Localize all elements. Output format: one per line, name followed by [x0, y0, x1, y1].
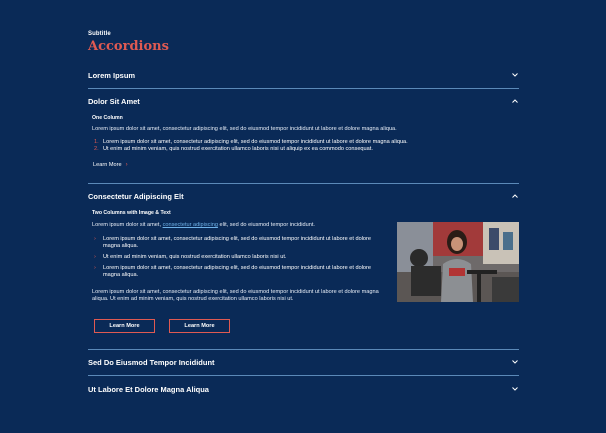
chevron-right-icon: › [94, 265, 96, 271]
intro-text: Lorem ipsum dolor sit amet, [92, 222, 163, 228]
chevron-right-icon: › [94, 236, 96, 242]
accordion-title: Ut Labore Et Dolore Magna Aliqua [88, 384, 209, 394]
chevron-down-icon [511, 71, 519, 79]
learn-more-button[interactable]: Learn More [169, 319, 230, 333]
gym-photo [397, 222, 519, 302]
ordered-list: 1. Lorem ipsum dolor sit amet, consectet… [92, 139, 512, 153]
accordion-divider [88, 375, 519, 376]
accordion-title: Consectetur Adipiscing Elt [88, 191, 184, 201]
list-text: Lorem ipsum dolor sit amet, consectetur … [103, 139, 408, 145]
list-number: 1. [94, 139, 99, 145]
accordion-divider [88, 88, 519, 89]
list-text: Ut enim ad minim veniam, quis nostrud ex… [103, 254, 287, 260]
chevron-down-icon [511, 358, 519, 366]
inline-link[interactable]: consectetur adipiscing [163, 222, 218, 228]
content-intro: Lorem ipsum dolor sit amet, consectetur … [92, 222, 382, 229]
accordion-header-lorem-ipsum[interactable]: Lorem Ipsum [88, 68, 519, 82]
content-heading: One Column [92, 115, 123, 121]
accordion-header-ut-labore[interactable]: Ut Labore Et Dolore Magna Aliqua [88, 382, 519, 396]
intro-text: elit, sed do eiusmod tempor incididunt. [217, 222, 315, 228]
list-item: 1. Lorem ipsum dolor sit amet, consectet… [92, 139, 512, 146]
learn-more-link[interactable]: Learn More › [93, 162, 128, 168]
content-heading: Two Columns with Image & Text [92, 210, 171, 216]
list-item: › Lorem ipsum dolor sit amet, consectetu… [92, 236, 382, 250]
learn-more-label: Learn More [93, 162, 122, 168]
chevron-up-icon [511, 192, 519, 200]
chevron-up-icon [511, 97, 519, 105]
accordion-header-dolor-sit-amet[interactable]: Dolor Sit Amet [88, 94, 519, 108]
accordion-title: Lorem Ipsum [88, 70, 136, 80]
accordion-header-sed-do[interactable]: Sed Do Eiusmod Tempor Incididunt [88, 355, 519, 369]
chevron-right-icon: › [94, 254, 96, 260]
accordion-title: Dolor Sit Amet [88, 96, 140, 106]
learn-more-button[interactable]: Learn More [94, 319, 155, 333]
list-text: Lorem ipsum dolor sit amet, consectetur … [103, 236, 372, 249]
accordion-divider [88, 349, 519, 350]
chevron-down-icon [511, 385, 519, 393]
section-subtitle: Subtitle [88, 31, 111, 37]
section-title: Accordions [88, 39, 169, 54]
content-paragraph: Lorem ipsum dolor sit amet, consectetur … [92, 126, 397, 132]
list-item: › Lorem ipsum dolor sit amet, consectetu… [92, 265, 382, 279]
accordion-divider [88, 183, 519, 184]
accordion-title: Sed Do Eiusmod Tempor Incididunt [88, 357, 215, 367]
content-paragraph: Lorem ipsum dolor sit amet, consectetur … [92, 289, 379, 302]
list-text: Lorem ipsum dolor sit amet, consectetur … [103, 265, 372, 278]
list-number: 2. [94, 146, 99, 152]
list-text: Ut enim ad minim veniam, quis nostrud ex… [103, 146, 373, 152]
chevron-right-icon: › [125, 162, 128, 168]
list-item: › Ut enim ad minim veniam, quis nostrud … [92, 254, 382, 261]
accordion-header-consectetur[interactable]: Consectetur Adipiscing Elt [88, 189, 519, 203]
list-item: 2. Ut enim ad minim veniam, quis nostrud… [92, 146, 512, 153]
bullet-list: › Lorem ipsum dolor sit amet, consectetu… [92, 236, 382, 283]
